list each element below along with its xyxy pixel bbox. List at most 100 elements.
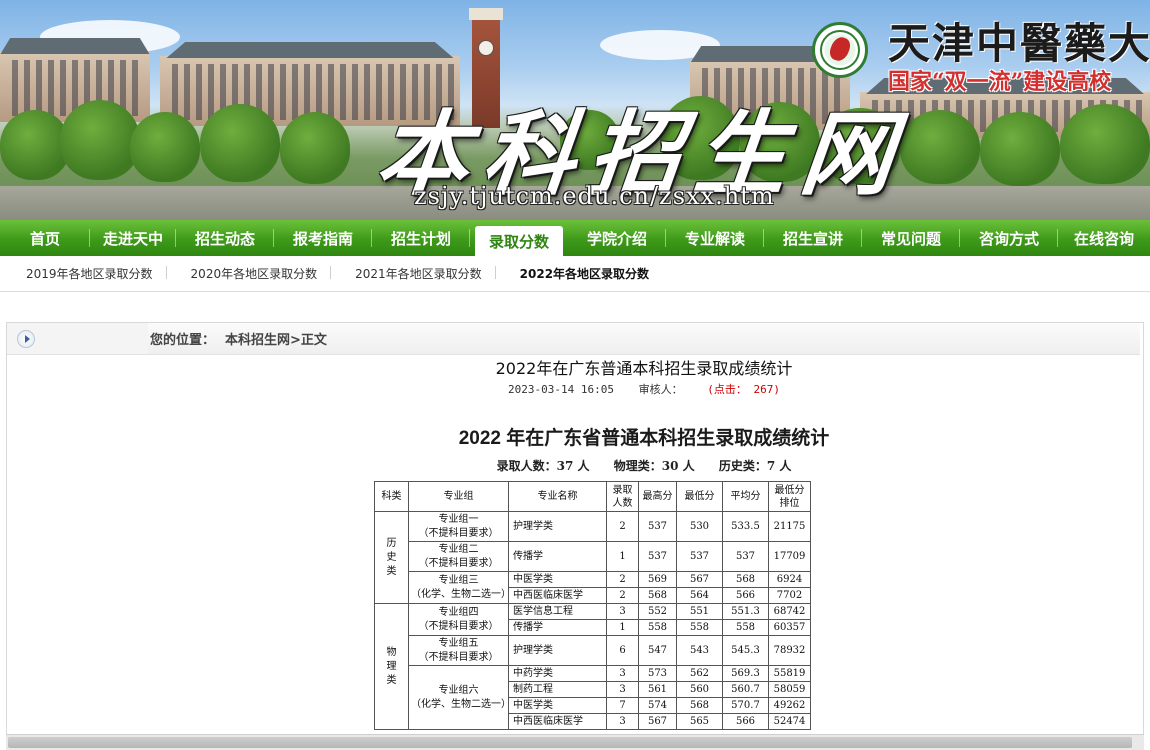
count-cell: 2 bbox=[606, 511, 639, 542]
count-cell: 1 bbox=[606, 619, 639, 636]
nav-item-guide[interactable]: 报考指南 bbox=[274, 220, 372, 256]
breadcrumb-link[interactable]: 本科招生网>正文 bbox=[225, 329, 327, 348]
avg-cell: 568 bbox=[722, 571, 769, 588]
table-row: 专业组二 （不提科目要求） 传播学 1 537 537 537 17709 bbox=[375, 541, 811, 572]
nav-item-news[interactable]: 招生动态 bbox=[176, 220, 274, 256]
tree-decoration bbox=[900, 110, 980, 184]
count-cell: 6 bbox=[606, 635, 639, 666]
header-avg: 平均分 bbox=[722, 481, 769, 512]
article-hit-count: (点击： 267) bbox=[707, 383, 780, 396]
major-cell: 中药学类 bbox=[508, 665, 607, 682]
avg-cell: 533.5 bbox=[722, 511, 769, 542]
avg-cell: 566 bbox=[722, 587, 769, 604]
horizontal-scrollbar[interactable] bbox=[6, 734, 1144, 750]
min-cell: 551 bbox=[676, 603, 723, 620]
subnav-item-2021[interactable]: 2021年各地区录取分数 bbox=[343, 265, 496, 282]
count-cell: 3 bbox=[606, 665, 639, 682]
min-cell: 568 bbox=[676, 697, 723, 714]
nav-item-scores[interactable]: 录取分数 bbox=[475, 226, 563, 256]
header-admitted: 录取 人数 bbox=[606, 481, 639, 512]
tree-decoration bbox=[1060, 104, 1150, 184]
max-cell: 567 bbox=[638, 713, 677, 730]
count-cell: 1 bbox=[606, 541, 639, 572]
scrollbar-thumb[interactable] bbox=[8, 737, 1132, 748]
nav-item-talks[interactable]: 招生宣讲 bbox=[764, 220, 862, 256]
min-cell: 558 bbox=[676, 619, 723, 636]
category-cell-history: 历史类 bbox=[374, 511, 409, 604]
nav-item-faq[interactable]: 常见问题 bbox=[862, 220, 960, 256]
max-cell: 537 bbox=[638, 541, 677, 572]
nav-item-contact[interactable]: 咨询方式 bbox=[960, 220, 1058, 256]
avg-cell: 558 bbox=[722, 619, 769, 636]
major-cell: 制药工程 bbox=[508, 681, 607, 698]
history-admitted: 历史类：7 人 bbox=[718, 459, 792, 473]
major-cell: 中医学类 bbox=[508, 697, 607, 714]
breadcrumb: 您的位置： 本科招生网>正文 bbox=[148, 323, 1140, 355]
rank-cell: 58059 bbox=[768, 681, 811, 698]
nav-item-online-consult[interactable]: 在线咨询 bbox=[1058, 220, 1150, 256]
table-row: 专业组六 （化学、生物二选一） 中药学类 3 573 562 569.3 5581… bbox=[375, 665, 811, 730]
location-label: 您的位置： bbox=[150, 333, 216, 348]
group-cell: 专业组二 （不提科目要求） bbox=[408, 541, 509, 572]
header-category: 科类 bbox=[374, 481, 409, 512]
nav-item-home[interactable]: 首页 bbox=[0, 220, 90, 256]
article-meta: 2023-03-14 16:05 审核人： (点击： 267) bbox=[148, 381, 1140, 397]
rank-cell: 52474 bbox=[768, 713, 811, 730]
max-cell: 574 bbox=[638, 697, 677, 714]
rank-cell: 49262 bbox=[768, 697, 811, 714]
score-table: 科类 专业组 专业名称 录取 人数 最高分 最低分 平均分 最低分 排位 历史类 专… bbox=[374, 481, 811, 730]
table-row: 专业组五 （不提科目要求） 护理学类 6 547 543 545.3 78932 bbox=[375, 635, 811, 666]
rank-cell: 6924 bbox=[768, 571, 811, 588]
avg-cell: 537 bbox=[722, 541, 769, 572]
rank-cell: 78932 bbox=[768, 635, 811, 666]
major-cell: 传播学 bbox=[508, 541, 607, 572]
group-cell: 专业组三 （化学、生物二选一） bbox=[408, 571, 511, 604]
tree-decoration bbox=[60, 100, 140, 180]
avg-cell: 566 bbox=[722, 713, 769, 730]
nav-item-about[interactable]: 走进天中 bbox=[90, 220, 176, 256]
max-cell: 561 bbox=[638, 681, 677, 698]
sidebar-toggle-button[interactable] bbox=[17, 330, 35, 348]
subnav-item-2019[interactable]: 2019年各地区录取分数 bbox=[14, 265, 167, 282]
table-row: 物理类 专业组四 （不提科目要求） 医学信息工程 3 552 551 551.3 … bbox=[374, 603, 811, 730]
count-cell: 2 bbox=[606, 587, 639, 604]
group-cell: 专业组一 （不提科目要求） bbox=[408, 511, 509, 542]
min-cell: 560 bbox=[676, 681, 723, 698]
header-group: 专业组 bbox=[408, 481, 509, 512]
group-cell: 专业组五 （不提科目要求） bbox=[408, 635, 509, 666]
major-cell: 中西医临床医学 bbox=[508, 587, 607, 604]
article-reviewer: 审核人： bbox=[638, 383, 683, 396]
min-cell: 565 bbox=[676, 713, 723, 730]
tree-decoration bbox=[200, 104, 280, 182]
university-name: 天津中醫藥大學 bbox=[888, 19, 1150, 68]
tree-decoration bbox=[980, 112, 1060, 186]
rank-cell: 55819 bbox=[768, 665, 811, 682]
major-cell: 中医学类 bbox=[508, 571, 607, 588]
rank-cell: 7702 bbox=[768, 587, 811, 604]
major-cell: 护理学类 bbox=[508, 511, 607, 542]
physics-admitted: 物理类：30 人 bbox=[613, 459, 695, 473]
count-cell: 7 bbox=[606, 697, 639, 714]
rank-cell: 68742 bbox=[768, 603, 811, 620]
article-date: 2023-03-14 16:05 bbox=[508, 383, 614, 396]
count-cell: 3 bbox=[606, 603, 639, 620]
nav-item-colleges[interactable]: 学院介绍 bbox=[568, 220, 666, 256]
avg-cell: 545.3 bbox=[722, 635, 769, 666]
university-logo-icon[interactable] bbox=[812, 22, 868, 78]
subnav-item-2020[interactable]: 2020年各地区录取分数 bbox=[179, 265, 331, 282]
major-cell: 护理学类 bbox=[508, 635, 607, 666]
tree-decoration bbox=[130, 112, 200, 182]
total-admitted: 录取人数：37 人 bbox=[496, 459, 590, 473]
university-slogan: 国家“双一流”建设高校 bbox=[888, 69, 1112, 95]
table-header-row: 科类 专业组 专业名称 录取 人数 最高分 最低分 平均分 最低分 排位 bbox=[374, 481, 811, 512]
document-title: 2022 年在广东省普通本科招生录取成绩统计 bbox=[458, 428, 830, 449]
max-cell: 547 bbox=[638, 635, 677, 666]
avg-cell: 560.7 bbox=[722, 681, 769, 698]
nav-item-plan[interactable]: 招生计划 bbox=[372, 220, 470, 256]
subnav-item-2022[interactable]: 2022年各地区录取分数 bbox=[508, 265, 661, 282]
rank-cell: 60357 bbox=[768, 619, 811, 636]
nav-item-majors[interactable]: 专业解读 bbox=[666, 220, 764, 256]
min-cell: 564 bbox=[676, 587, 723, 604]
max-cell: 569 bbox=[638, 571, 677, 588]
major-cell: 医学信息工程 bbox=[508, 603, 607, 620]
